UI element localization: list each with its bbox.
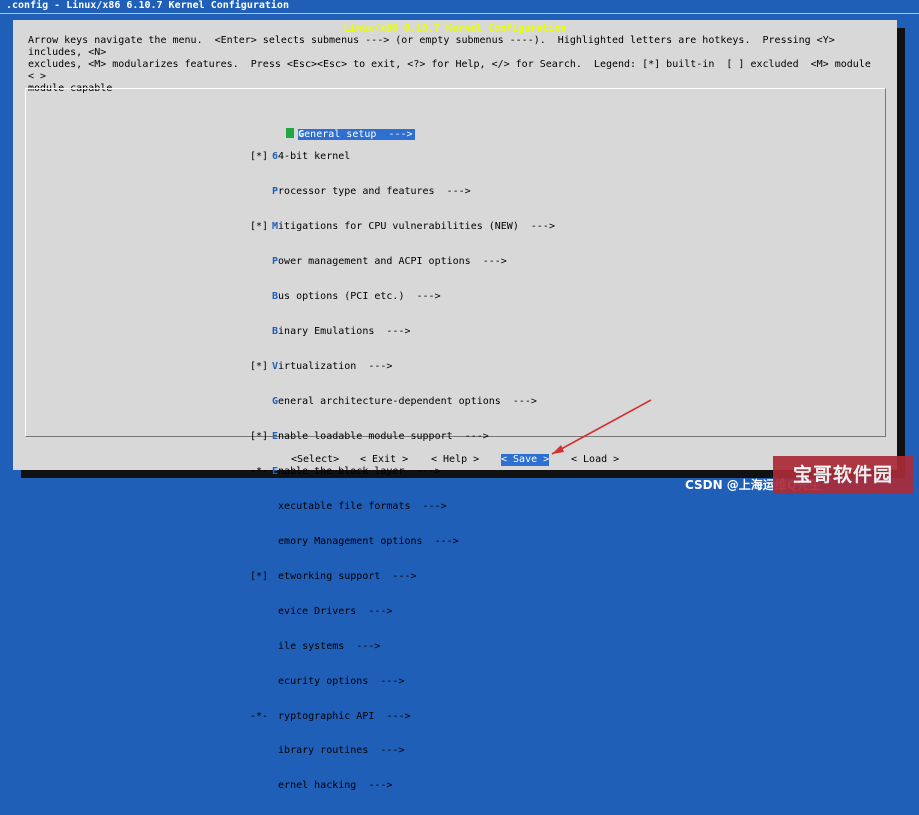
menu-item-label: ryptographic API ---> (278, 710, 411, 722)
menu-item-kernel-hacking[interactable]: Kernel hacking ---> (250, 780, 555, 792)
menu-item-device-drivers[interactable]: Device Drivers ---> (250, 606, 555, 618)
menu-item-binary-emulations[interactable]: Binary Emulations ---> (250, 326, 555, 338)
help-button[interactable]: < Help > (431, 454, 479, 466)
menu-item-power[interactable]: Power management and ACPI options ---> (250, 256, 555, 268)
dialog-buttons: <Select> < Exit > < Help > < Save > < Lo… (13, 454, 897, 468)
menu-item-label: us options (PCI etc.) ---> (278, 291, 441, 303)
menu-item-prefix: [*] (250, 221, 269, 233)
menu-item-loadable-module[interactable]: [*] Enable loadable module support ---> (250, 431, 555, 443)
menu-item-label: inary Emulations ---> (278, 326, 411, 338)
menu-item-prefix: [*] (250, 430, 269, 442)
menu-item-label: xecutable file formats ---> (278, 500, 447, 512)
menu-item-text[interactable]: General setup ---> (298, 128, 415, 140)
menu-item-label: ower management and ACPI options ---> (278, 256, 507, 268)
menu-item-library-routines[interactable]: Library routines ---> (250, 745, 555, 757)
menu-item-label: 4-bit kernel (278, 151, 351, 163)
help-text: Arrow keys navigate the menu. <Enter> se… (28, 35, 871, 94)
load-button[interactable]: < Load > (571, 454, 619, 466)
menu-item-networking[interactable]: [*] Networking support ---> (250, 571, 555, 583)
menu-item-virtualization[interactable]: [*] Virtualization ---> (250, 361, 555, 373)
menu-item-general-arch[interactable]: General architecture-dependent options -… (250, 396, 555, 408)
menu-item-cryptographic-api[interactable]: -*- Cryptographic API ---> (250, 711, 555, 723)
menu-item-label: etworking support ---> (278, 570, 417, 582)
menu-item-executable-formats[interactable]: Executable file formats ---> (250, 501, 555, 513)
menu-item-bus[interactable]: Bus options (PCI etc.) ---> (250, 291, 555, 303)
menu-item-label: ibrary routines ---> (278, 745, 405, 757)
menu-item-label: eneral architecture-dependent options --… (278, 395, 537, 407)
site-watermark: 宝哥软件园 (773, 456, 913, 494)
selection-marker (286, 127, 295, 138)
menu-item-general-setup[interactable]: General setup ---> (250, 116, 555, 140)
menu-item-processor[interactable]: Processor type and features ---> (250, 186, 555, 198)
menu-item-label: irtualization ---> (278, 360, 393, 372)
menu-item-label: itigations for CPU vulnerabilities (NEW)… (278, 221, 555, 233)
menu-item-label: eneral setup ---> (304, 128, 413, 140)
menu-item-label: evice Drivers ---> (278, 605, 393, 617)
menu-item-label: ernel hacking ---> (278, 780, 393, 792)
menu-item-prefix: [*] (250, 570, 269, 582)
menu-item-64bit-kernel[interactable]: [*] 64-bit kernel (250, 151, 555, 163)
menu-item-memory-management[interactable]: Memory Management options ---> (250, 536, 555, 548)
menu-item-label: ecurity options ---> (278, 675, 405, 687)
menu-item-label: emory Management options ---> (278, 535, 459, 547)
window-title-divider (0, 13, 919, 14)
menu-item-prefix: -*- (250, 710, 269, 722)
window-title: .config - Linux/x86 6.10.7 Kernel Config… (6, 0, 289, 11)
menu-item-prefix: [*] (250, 360, 269, 372)
menu-item-security[interactable]: Security options ---> (250, 676, 555, 688)
menu-item-prefix: [*] (250, 151, 269, 163)
menu-item-mitigations[interactable]: [*] Mitigations for CPU vulnerabilities (… (250, 221, 555, 233)
dialog-title: Linux/x86 6.10.7 Kernel Configuration (343, 23, 567, 34)
menu-item-file-systems[interactable]: File systems ---> (250, 641, 555, 653)
kernel-config-dialog: Linux/x86 6.10.7 Kernel Configuration Ar… (13, 20, 897, 791)
menu-item-label: nable loadable module support ---> (278, 430, 489, 442)
menu-item-label: ile systems ---> (278, 640, 381, 652)
select-button[interactable]: <Select> (291, 454, 339, 466)
exit-button[interactable]: < Exit > (360, 454, 408, 466)
save-button[interactable]: < Save > (501, 454, 550, 466)
menu-item-label: rocessor type and features ---> (278, 186, 471, 198)
